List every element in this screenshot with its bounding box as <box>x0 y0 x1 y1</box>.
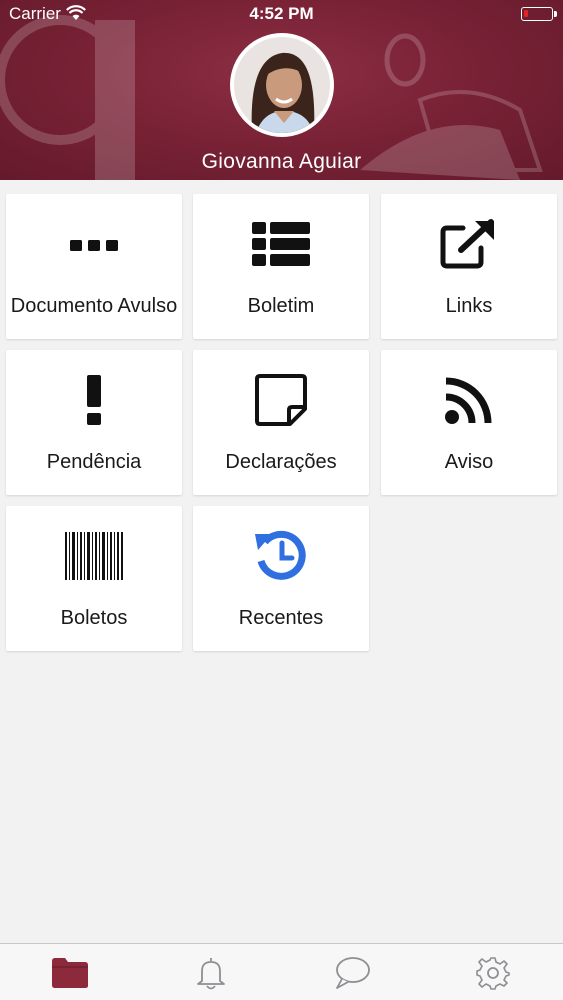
tile-boletim[interactable]: Boletim <box>193 194 369 339</box>
profile-header: Carrier 4:52 PM Giovanna Aguiar <box>0 0 563 180</box>
rss-icon <box>445 377 492 424</box>
tile-links[interactable]: Links <box>381 194 557 339</box>
history-icon <box>255 530 306 580</box>
tile-recentes[interactable]: Recentes <box>193 506 369 651</box>
tile-label: Boletim <box>247 295 315 317</box>
bell-icon <box>197 957 225 989</box>
exclamation-icon <box>87 375 101 425</box>
tile-declaracoes[interactable]: Declarações <box>193 350 369 495</box>
tab-notifications[interactable] <box>141 944 281 1000</box>
tile-aviso[interactable]: Aviso <box>381 350 557 495</box>
tile-label: Boletos <box>60 607 128 629</box>
tile-label: Links <box>445 295 493 317</box>
chat-icon <box>336 956 370 989</box>
ellipsis-icon <box>70 240 118 251</box>
barcode-icon <box>65 532 123 580</box>
battery-level <box>524 10 528 17</box>
tile-pendencia[interactable]: Pendência <box>6 350 182 495</box>
tab-documents[interactable] <box>0 944 140 1000</box>
clock: 4:52 PM <box>249 4 314 23</box>
tab-messages[interactable] <box>282 944 422 1000</box>
tab-settings[interactable] <box>423 944 563 1000</box>
gear-icon <box>476 956 510 990</box>
sticky-note-icon <box>255 374 307 426</box>
avatar[interactable] <box>230 33 334 137</box>
status-bar: Carrier 4:52 PM <box>0 0 563 28</box>
folder-icon <box>52 957 88 988</box>
battery-low-icon <box>521 7 557 21</box>
home-screen: Carrier 4:52 PM Giovanna Aguiar Document… <box>0 0 563 1000</box>
tile-documento-avulso[interactable]: Documento Avulso <box>6 194 182 339</box>
tile-label: Aviso <box>444 451 494 473</box>
tile-label: Pendência <box>46 451 142 473</box>
tile-label: Recentes <box>238 607 324 629</box>
profile-photo <box>234 37 330 133</box>
tile-label: Documento Avulso <box>10 295 178 317</box>
tile-boletos[interactable]: Boletos <box>6 506 182 651</box>
external-link-icon <box>440 219 494 269</box>
tab-bar <box>0 943 563 1000</box>
tile-label: Declarações <box>225 451 337 473</box>
list-icon <box>252 222 310 266</box>
user-name: Giovanna Aguiar <box>201 150 362 173</box>
